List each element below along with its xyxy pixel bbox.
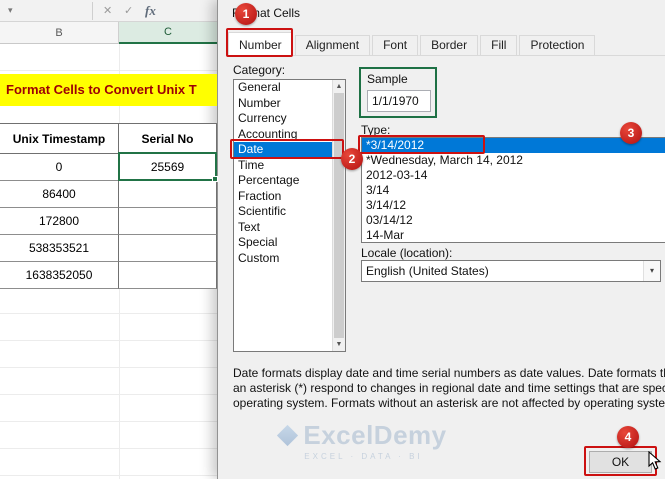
cell-serial-3[interactable]	[119, 208, 217, 235]
category-item-time[interactable]: Time	[234, 158, 332, 174]
category-label: Category:	[233, 63, 286, 77]
screenshot-canvas: ▾ ✕ ✓ fx B C Format Cells to Convert Uni…	[0, 0, 665, 479]
cell-serial-4[interactable]	[119, 235, 217, 262]
cancel-icon[interactable]: ✕	[103, 4, 112, 17]
table-row: 86400	[0, 181, 217, 208]
insert-function-icon[interactable]: fx	[145, 3, 156, 19]
description-line: an asterisk (*) respond to changes in re…	[233, 381, 665, 395]
cell-unix-2[interactable]: 86400	[0, 181, 119, 208]
sample-groupbox: Sample 1/1/1970	[359, 67, 437, 118]
category-item-text[interactable]: Text	[234, 220, 332, 236]
format-cells-dialog: Format Cells Number Alignment Font Borde…	[217, 0, 665, 479]
column-header-c[interactable]: C	[119, 22, 217, 44]
table-header-unix-timestamp[interactable]: Unix Timestamp	[0, 124, 119, 154]
step-badge-3: 3	[620, 122, 642, 144]
enter-icon[interactable]: ✓	[124, 4, 133, 17]
category-item-percentage[interactable]: Percentage	[234, 173, 332, 189]
description-line: operating system. Formats without an ast…	[233, 396, 665, 410]
cell-unix-5[interactable]: 1638352050	[0, 262, 119, 289]
type-label: Type:	[361, 123, 391, 137]
formula-bar-divider	[92, 2, 93, 20]
tab-protection[interactable]: Protection	[519, 35, 596, 55]
description-line: Date formats display date and time seria…	[233, 366, 665, 380]
category-scrollbar[interactable]: ▲ ▼	[332, 80, 345, 351]
sample-label: Sample	[367, 72, 408, 86]
scrollbar-thumb[interactable]	[334, 93, 344, 338]
sample-value: 1/1/1970	[367, 90, 431, 112]
cell-serial-2[interactable]	[119, 181, 217, 208]
category-item-custom[interactable]: Custom	[234, 251, 332, 267]
column-header-b[interactable]: B	[0, 22, 119, 44]
locale-label: Locale (location):	[361, 246, 453, 260]
step-badge-4: 4	[617, 426, 639, 448]
type-item-6[interactable]: 14-Mar	[362, 228, 665, 242]
tab-fill[interactable]: Fill	[480, 35, 518, 55]
tab-alignment[interactable]: Alignment	[294, 35, 371, 55]
type-item-4[interactable]: 3/14/12	[362, 198, 665, 213]
chevron-down-icon[interactable]: ▾	[643, 261, 660, 281]
type-item-2[interactable]: 2012-03-14	[362, 168, 665, 183]
column-header-row: B C	[0, 22, 217, 44]
exceldemy-logo-icon	[277, 424, 299, 447]
scroll-up-icon[interactable]: ▲	[333, 80, 345, 93]
tab-font[interactable]: Font	[372, 35, 419, 55]
worksheet-title-banner[interactable]: Format Cells to Convert Unix T	[0, 74, 217, 106]
step-badge-2: 2	[341, 148, 363, 170]
table-row: 1638352050	[0, 262, 217, 289]
type-item-3[interactable]: 3/14	[362, 183, 665, 198]
table-row: 538353521	[0, 235, 217, 262]
type-listbox[interactable]: *3/14/2012 *Wednesday, March 14, 2012 20…	[361, 137, 665, 243]
name-box-dropdown-icon[interactable]: ▾	[8, 5, 13, 16]
watermark-brand: ExcelDemy	[303, 420, 447, 450]
cell-serial-1[interactable]: 25569	[119, 154, 217, 181]
tab-border[interactable]: Border	[420, 35, 479, 55]
category-item-number[interactable]: Number	[234, 96, 332, 112]
locale-value: English (United States)	[366, 264, 489, 278]
step-badge-1: 1	[235, 3, 257, 25]
locale-dropdown[interactable]: English (United States) ▾	[361, 260, 661, 282]
cell-unix-4[interactable]: 538353521	[0, 235, 119, 262]
tab-number[interactable]: Number	[228, 32, 293, 56]
table-header-row: Unix Timestamp Serial No	[0, 124, 217, 154]
category-listbox[interactable]: General Number Currency Accounting Date …	[233, 79, 346, 352]
unix-timestamp-table: Unix Timestamp Serial No 0 25569 86400 1…	[0, 123, 217, 289]
cell-serial-5[interactable]	[119, 262, 217, 289]
cell-unix-1[interactable]: 0	[0, 154, 119, 181]
dialog-tab-strip: Number Alignment Font Border Fill Protec…	[228, 32, 665, 56]
format-description: Date formats display date and time seria…	[233, 366, 665, 411]
table-header-serial-no[interactable]: Serial No	[119, 124, 217, 154]
type-item-5[interactable]: 03/14/12	[362, 213, 665, 228]
excel-sheet: ▾ ✕ ✓ fx B C Format Cells to Convert Uni…	[0, 0, 218, 479]
cell-unix-3[interactable]: 172800	[0, 208, 119, 235]
category-item-special[interactable]: Special	[234, 235, 332, 251]
category-item-date[interactable]: Date	[234, 142, 332, 158]
category-item-scientific[interactable]: Scientific	[234, 204, 332, 220]
mouse-cursor	[648, 451, 662, 470]
category-item-general[interactable]: General	[234, 80, 332, 96]
category-item-accounting[interactable]: Accounting	[234, 127, 332, 143]
type-item-1[interactable]: *Wednesday, March 14, 2012	[362, 153, 665, 168]
category-item-fraction[interactable]: Fraction	[234, 189, 332, 205]
type-item-0[interactable]: *3/14/2012	[362, 138, 665, 153]
ok-button[interactable]: OK	[589, 451, 652, 473]
formula-bar: ▾ ✕ ✓ fx	[0, 0, 217, 22]
category-item-currency[interactable]: Currency	[234, 111, 332, 127]
table-row: 0 25569	[0, 154, 217, 181]
exceldemy-watermark: ExcelDemy EXCEL · DATA · BI	[246, 420, 481, 461]
scroll-down-icon[interactable]: ▼	[333, 338, 345, 351]
watermark-tagline: EXCEL · DATA · BI	[304, 452, 423, 461]
table-row: 172800	[0, 208, 217, 235]
